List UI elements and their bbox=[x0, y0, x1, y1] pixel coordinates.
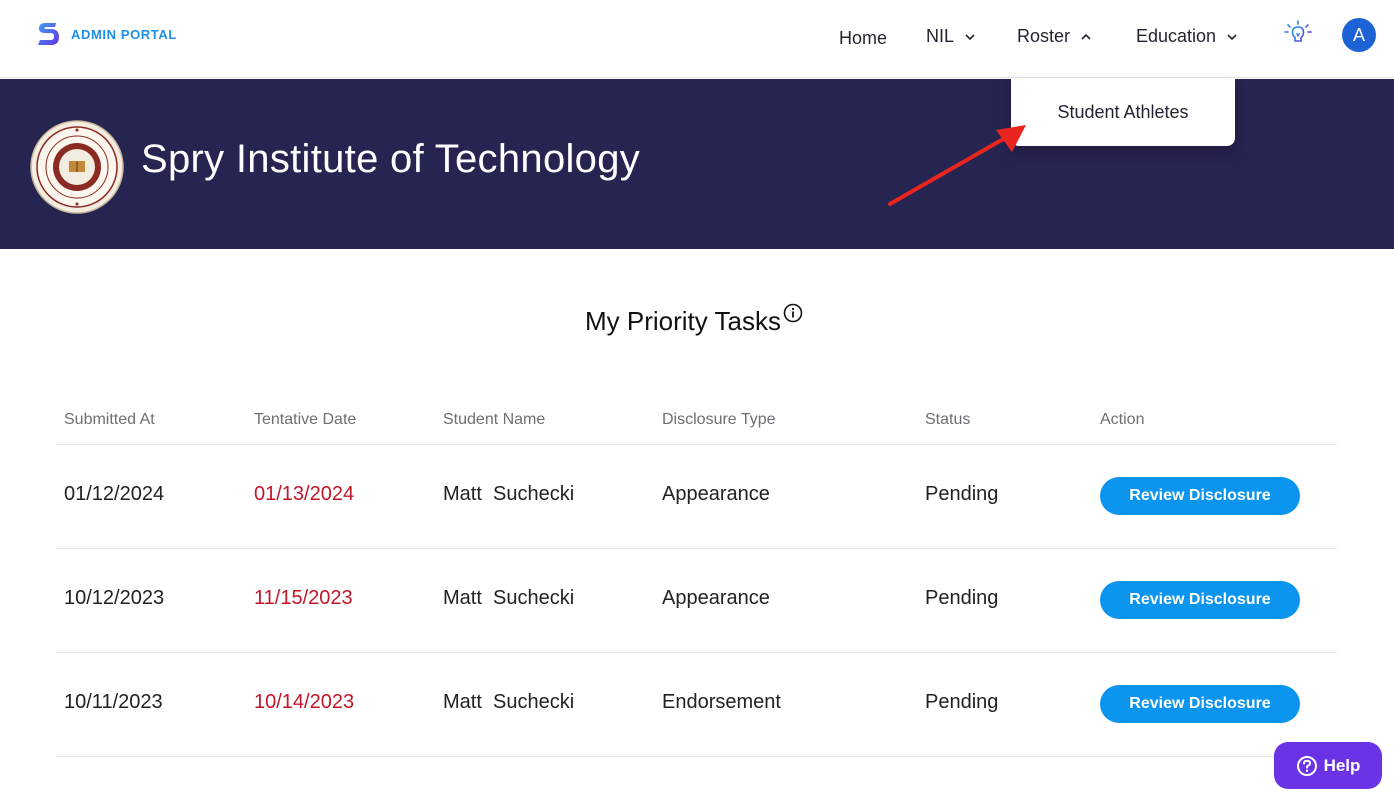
lightbulb-icon[interactable] bbox=[1282, 18, 1314, 50]
status: Pending bbox=[925, 483, 999, 505]
nav-roster-label: Roster bbox=[1017, 26, 1071, 46]
table-row: 10/11/2023 10/14/2023 Matt Suchecki Endo… bbox=[56, 653, 1337, 757]
review-disclosure-button[interactable]: Review Disclosure bbox=[1100, 477, 1300, 515]
nav-roster[interactable]: Roster bbox=[1017, 26, 1092, 47]
status: Pending bbox=[925, 691, 999, 713]
student-name: Matt Suchecki bbox=[443, 691, 575, 713]
roster-dropdown-menu: Student Athletes bbox=[1011, 78, 1235, 146]
col-submitted-at: Submitted At bbox=[64, 411, 155, 428]
review-disclosure-button[interactable]: Review Disclosure bbox=[1100, 581, 1300, 619]
top-navigation-bar: ADMIN PORTAL Home NIL Roster Education A bbox=[0, 0, 1394, 78]
main-nav: Home NIL Roster Education A bbox=[0, 0, 1394, 78]
avatar-initial: A bbox=[1352, 24, 1365, 45]
help-button[interactable]: Help bbox=[1274, 742, 1382, 789]
nav-nil-label: NIL bbox=[926, 26, 955, 46]
disclosure-type: Appearance bbox=[662, 587, 770, 609]
tentative-date: 10/14/2023 bbox=[254, 691, 355, 713]
submitted-at: 01/12/2024 bbox=[64, 483, 165, 505]
nav-education[interactable]: Education bbox=[1136, 26, 1238, 47]
review-disclosure-button[interactable]: Review Disclosure bbox=[1100, 685, 1300, 723]
info-icon[interactable] bbox=[783, 303, 803, 323]
col-status: Status bbox=[925, 411, 971, 428]
status: Pending bbox=[925, 587, 999, 609]
nav-home-label: Home bbox=[839, 28, 888, 48]
disclosure-type: Endorsement bbox=[662, 691, 781, 713]
student-name: Matt Suchecki bbox=[443, 483, 575, 505]
col-student-name: Student Name bbox=[443, 411, 546, 428]
table-row: 10/12/2023 11/15/2023 Matt Suchecki Appe… bbox=[56, 549, 1337, 653]
school-name: Spry Institute of Technology bbox=[141, 137, 641, 181]
student-name: Matt Suchecki bbox=[443, 587, 575, 609]
chevron-up-icon bbox=[1081, 33, 1091, 40]
col-action: Action bbox=[1100, 411, 1145, 428]
col-disclosure-type: Disclosure Type bbox=[662, 411, 776, 428]
menu-item-student-athletes[interactable]: Student Athletes bbox=[1057, 102, 1188, 123]
disclosure-type: Appearance bbox=[662, 483, 770, 505]
nav-nil[interactable]: NIL bbox=[926, 26, 976, 47]
help-label: Help bbox=[1323, 755, 1361, 775]
annotation-arrow bbox=[888, 125, 1026, 206]
submitted-at: 10/11/2023 bbox=[64, 691, 163, 713]
tentative-date: 11/15/2023 bbox=[254, 587, 353, 609]
chevron-down-icon bbox=[1227, 33, 1237, 40]
nav-home[interactable]: Home bbox=[839, 28, 887, 49]
table-header: Submitted At Tentative Date Student Name… bbox=[56, 396, 1337, 445]
priority-tasks-table: Submitted At Tentative Date Student Name… bbox=[56, 396, 1337, 757]
chevron-down-icon bbox=[965, 33, 975, 40]
question-icon bbox=[1296, 755, 1317, 776]
tentative-date: 01/13/2024 bbox=[254, 483, 355, 505]
user-avatar[interactable]: A bbox=[1342, 18, 1376, 52]
priority-tasks-title: My Priority Tasks bbox=[585, 303, 803, 337]
nav-education-label: Education bbox=[1136, 26, 1217, 46]
col-tentative-date: Tentative Date bbox=[254, 411, 357, 428]
university-seal bbox=[30, 120, 124, 214]
section-title-text: My Priority Tasks bbox=[585, 306, 781, 336]
table-row: 01/12/2024 01/13/2024 Matt Suchecki Appe… bbox=[56, 445, 1337, 549]
submitted-at: 10/12/2023 bbox=[64, 587, 165, 609]
